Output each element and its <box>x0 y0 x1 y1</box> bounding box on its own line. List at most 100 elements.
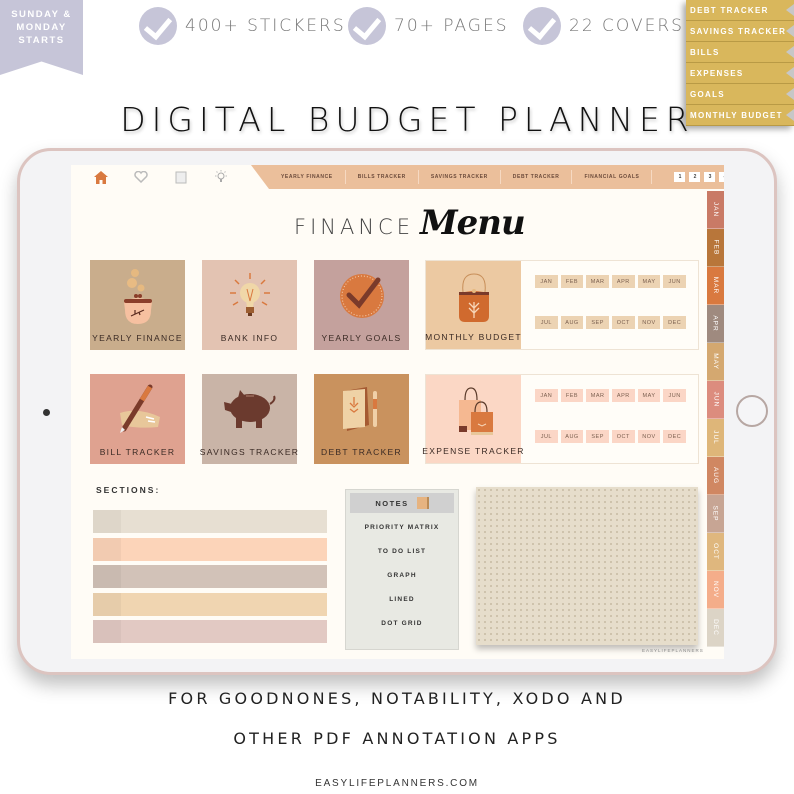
expense-tracker-month-grid: JAN FEB MAR APR MAY JUN JUL AUG SEP OCT NOV DEC <box>521 375 698 463</box>
nav-link-yearly-finance[interactable]: YEARLY FINANCE <box>279 170 346 184</box>
section-bar[interactable] <box>93 620 327 643</box>
expense-tracker-month-nov[interactable]: NOV <box>637 430 661 443</box>
side-tab-label: JAN <box>712 201 719 218</box>
subtitle-line-1: FOR GOODNONES, NOTABILITY, XODO AND <box>168 689 626 708</box>
section-bar[interactable] <box>93 592 327 616</box>
notebook-icon[interactable] <box>161 165 201 189</box>
side-tab-dec[interactable]: DEC <box>707 609 724 647</box>
side-tab-label: FEB <box>712 239 719 256</box>
main-title: DIGITAL BUDGET PLANNER <box>120 100 695 139</box>
expense-tracker-month-dec[interactable]: DEC <box>663 430 686 443</box>
expense-tracker-month-oct[interactable]: OCT <box>611 430 635 443</box>
tile-debt-tracker[interactable]: DEBT TRACKER <box>314 374 409 464</box>
lightbulb-icon[interactable] <box>201 165 241 189</box>
monthly-budget-month-jan[interactable]: JAN <box>535 275 558 288</box>
monthly-budget-month-nov[interactable]: NOV <box>637 316 661 329</box>
tile-bank-info[interactable]: BANK INFO <box>202 260 297 350</box>
notes-item-lined[interactable]: LINED <box>346 588 458 612</box>
expense-tracker-month-feb[interactable]: FEB <box>560 389 584 402</box>
section-bar[interactable] <box>93 565 327 588</box>
gold-tab-expenses[interactable]: EXPENSES <box>686 63 794 84</box>
tile-label: EXPENSE TRACKER <box>422 446 525 456</box>
page-number-button[interactable]: 4 <box>719 172 724 182</box>
tile-monthly-budget[interactable]: MONTHLY BUDGET <box>425 261 521 349</box>
expense-tracker-month-sep[interactable]: SEP <box>586 430 609 443</box>
expense-tracker-month-jun[interactable]: JUN <box>663 389 686 402</box>
expense-tracker-month-mar[interactable]: MAR <box>586 389 609 402</box>
feature-pages: 70+ PAGES <box>348 6 508 46</box>
side-tab-jun[interactable]: JUN <box>707 381 724 419</box>
monthly-budget-month-may[interactable]: MAY <box>637 275 661 288</box>
monthly-budget-month-jun[interactable]: JUN <box>663 275 686 288</box>
tile-bill-tracker[interactable]: BILL TRACKER <box>90 374 185 464</box>
finance-menu-heading: FINANCE Menu <box>294 203 526 243</box>
notes-item-dot-grid[interactable]: DOT GRID <box>346 612 458 636</box>
side-tab-feb[interactable]: FEB <box>707 229 724 267</box>
nav-link-bills-tracker[interactable]: BILLS TRACKER <box>346 170 419 184</box>
nav-icons <box>71 165 241 189</box>
section-bar-lead <box>93 620 121 643</box>
page-number-button[interactable]: 3 <box>704 172 716 182</box>
gold-tab-savings-tracker[interactable]: SAVINGS TRACKER <box>686 21 794 42</box>
heart-icon[interactable] <box>121 165 161 189</box>
section-bar[interactable] <box>93 537 327 561</box>
notes-menu: NOTES PRIORITY MATRIX TO DO LIST GRAPH L… <box>345 489 459 650</box>
planner-screen: YEARLY FINANCE BILLS TRACKER SAVINGS TRA… <box>71 165 724 659</box>
expense-tracker-month-may[interactable]: MAY <box>637 389 661 402</box>
ribbon-line: STARTS <box>18 35 65 46</box>
side-tab-mar[interactable]: MAR <box>707 267 724 305</box>
monthly-budget-month-feb[interactable]: FEB <box>560 275 584 288</box>
page-number-button[interactable]: 1 <box>674 172 686 182</box>
notes-item-priority-matrix[interactable]: PRIORITY MATRIX <box>346 516 458 540</box>
expense-tracker-month-aug[interactable]: AUG <box>560 430 584 443</box>
notes-header[interactable]: NOTES <box>350 493 454 513</box>
notepad-icon <box>416 497 429 509</box>
section-bar[interactable] <box>93 510 327 533</box>
side-tab-aug[interactable]: AUG <box>707 457 724 495</box>
side-tab-jan[interactable]: JAN <box>707 191 724 229</box>
expense-tracker-month-jan[interactable]: JAN <box>535 389 558 402</box>
dot-grid-notepad[interactable] <box>476 487 698 645</box>
feature-covers: 22 COVERS <box>523 6 684 46</box>
monthly-budget-month-jul[interactable]: JUL <box>535 316 558 329</box>
side-tab-label: JUN <box>711 391 719 408</box>
expense-tracker-month-jul[interactable]: JUL <box>535 430 558 443</box>
expense-tracker-month-apr[interactable]: APR <box>611 389 635 402</box>
notes-header-label: NOTES <box>375 498 409 508</box>
pen-hand-icon <box>90 380 185 440</box>
notes-item-graph[interactable]: GRAPH <box>346 564 458 588</box>
monthly-budget-month-apr[interactable]: APR <box>611 275 635 288</box>
side-tab-nov[interactable]: NOV <box>707 571 724 609</box>
monthly-budget-month-dec[interactable]: DEC <box>663 316 686 329</box>
side-tab-label: NOV <box>712 580 719 599</box>
feature-label: 22 COVERS <box>569 16 684 36</box>
monthly-budget-month-grid: JAN FEB MAR APR MAY JUN JUL AUG SEP OCT NOV DEC <box>521 261 698 349</box>
home-button[interactable] <box>736 395 768 427</box>
monthly-budget-month-sep[interactable]: SEP <box>586 316 609 329</box>
page-number-button[interactable]: 2 <box>689 172 701 182</box>
gold-tab-bills[interactable]: BILLS <box>686 42 794 63</box>
side-tab-may[interactable]: MAY <box>707 343 724 381</box>
nav-link-debt-tracker[interactable]: DEBT TRACKER <box>501 170 573 184</box>
gold-tab-debt-tracker[interactable]: DEBT TRACKER <box>686 0 794 21</box>
side-tab-jul[interactable]: JUL <box>707 419 724 457</box>
side-tab-sep[interactable]: SEP <box>707 495 724 533</box>
tile-label: YEARLY GOALS <box>321 333 402 343</box>
nav-link-financial-goals[interactable]: FINANCIAL GOALS <box>572 170 653 184</box>
tile-yearly-goals[interactable]: YEARLY GOALS <box>314 260 409 350</box>
home-icon[interactable] <box>81 165 121 189</box>
notes-item-to-do-list[interactable]: TO DO LIST <box>346 540 458 564</box>
side-tab-oct[interactable]: OCT <box>707 533 724 571</box>
monthly-budget-month-mar[interactable]: MAR <box>586 275 609 288</box>
brand-watermark: EASYLIFEPLANNERS <box>642 648 704 653</box>
side-tab-apr[interactable]: APR <box>707 305 724 343</box>
tile-expense-tracker[interactable]: EXPENSE TRACKER <box>422 375 523 463</box>
section-bar-lead <box>93 510 121 533</box>
piggy-bank-icon <box>202 380 297 440</box>
tile-label: BILL TRACKER <box>99 447 176 457</box>
tile-savings-tracker[interactable]: SAVINGS TRACKER <box>200 374 298 464</box>
monthly-budget-month-oct[interactable]: OCT <box>611 316 635 329</box>
nav-link-savings-tracker[interactable]: SAVINGS TRACKER <box>419 170 501 184</box>
tile-yearly-finance[interactable]: YEARLY FINANCE <box>90 260 185 350</box>
monthly-budget-month-aug[interactable]: AUG <box>560 316 584 329</box>
